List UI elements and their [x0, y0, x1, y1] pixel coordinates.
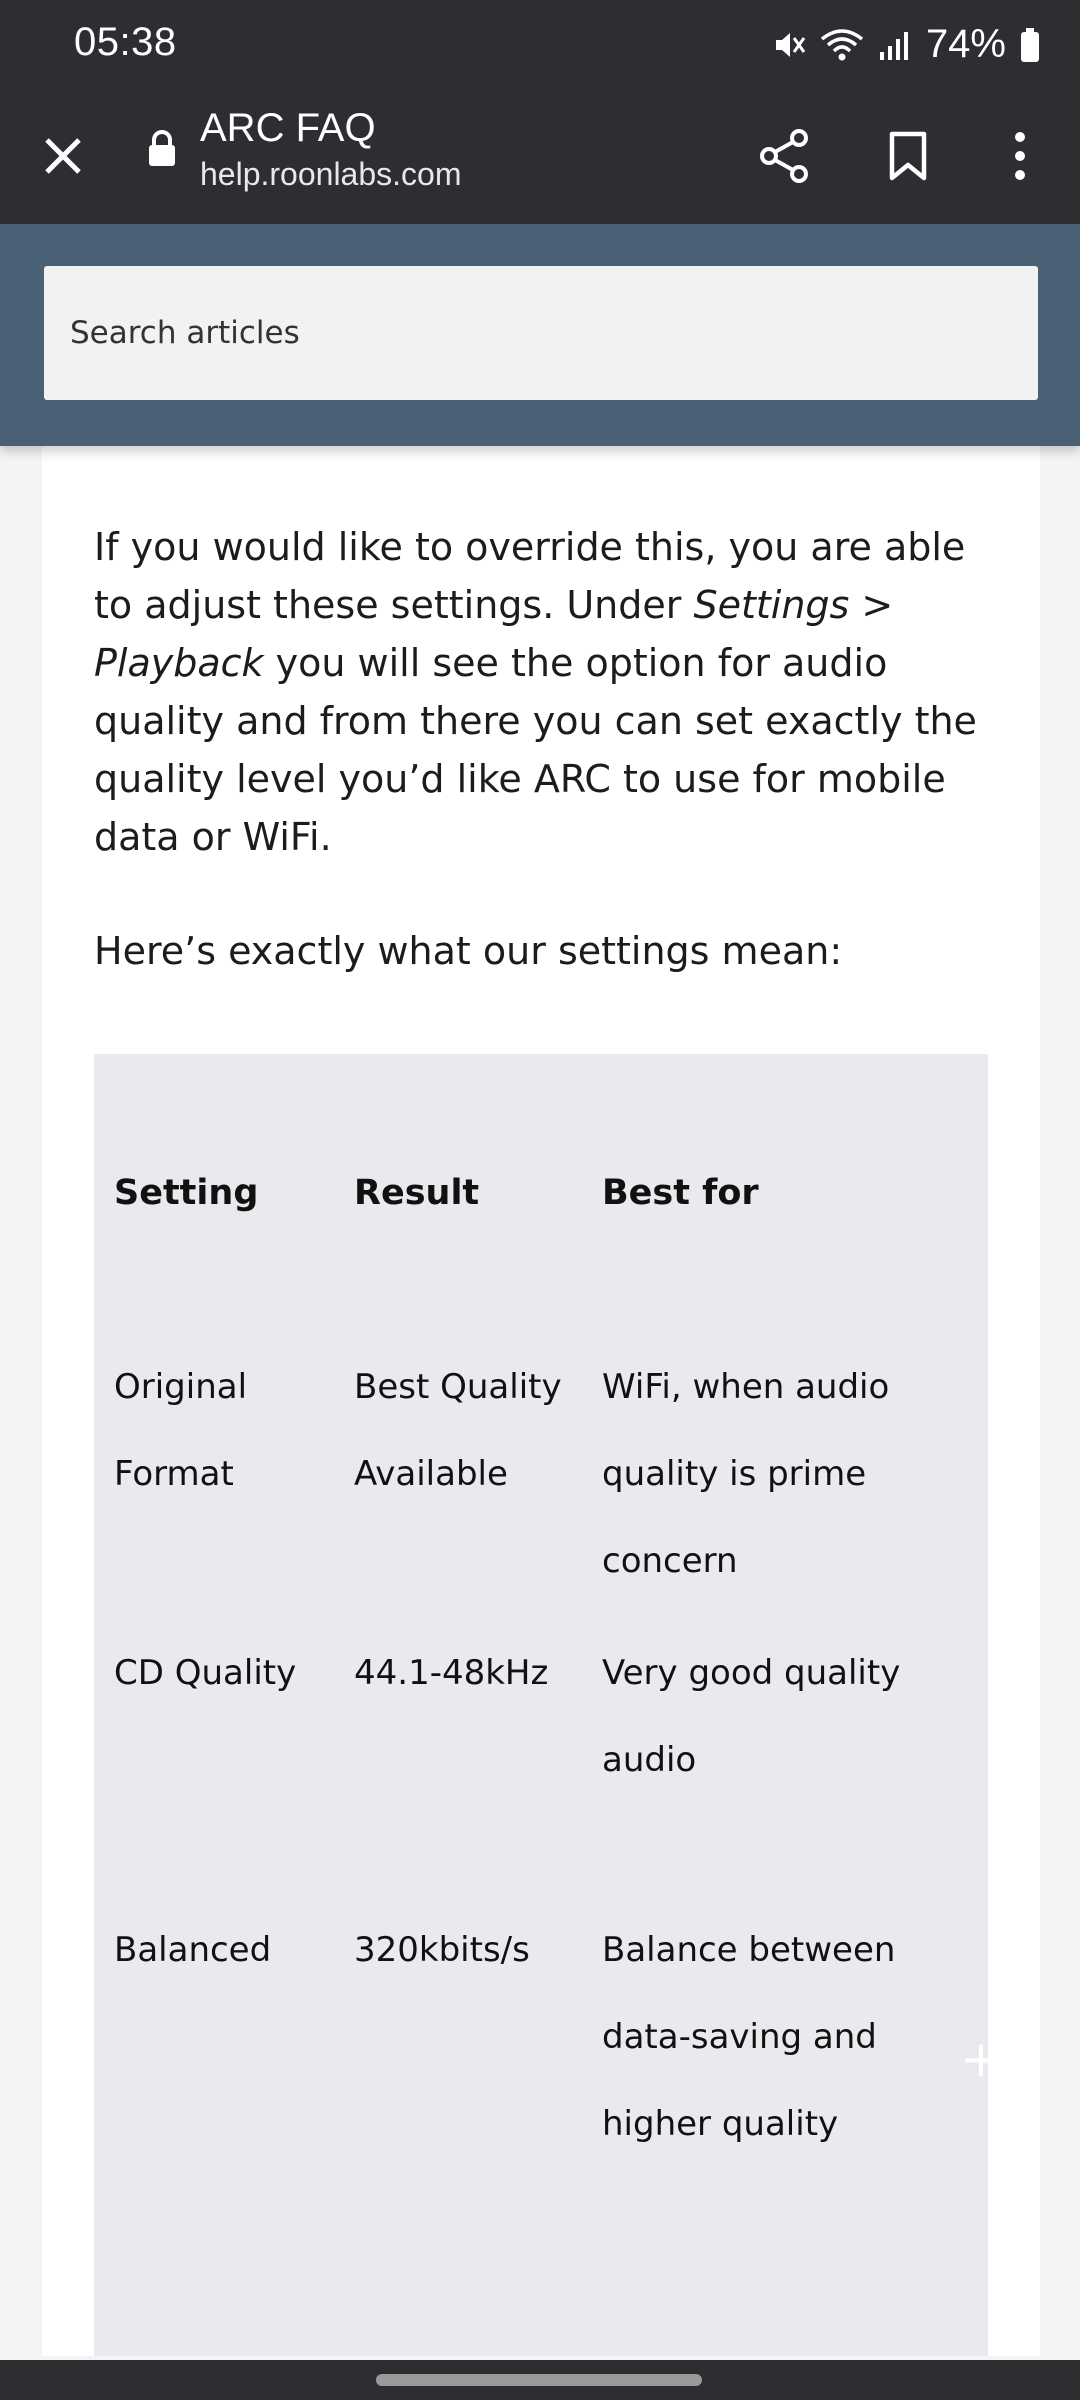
- mute-icon: [772, 28, 806, 62]
- bookmark-icon: [888, 131, 928, 186]
- plus-icon: +: [960, 2030, 1002, 2088]
- table-cell: Best Quality Available: [354, 1367, 562, 1494]
- battery-icon: [1020, 27, 1040, 63]
- more-vert-icon: [1014, 131, 1026, 186]
- share-button[interactable]: [748, 116, 820, 200]
- table-header-result: Result: [354, 1173, 480, 1213]
- lock-icon[interactable]: [146, 128, 178, 173]
- signal-icon: [878, 28, 912, 62]
- article-body: If you would like to override this, you …: [42, 446, 1040, 2356]
- page-title[interactable]: ARC FAQ: [200, 106, 376, 151]
- browser-toolbar: ARC FAQ help.roonlabs.com: [0, 92, 1080, 224]
- table-cell: Very good quality audio: [602, 1653, 901, 1780]
- close-icon: [43, 136, 83, 181]
- more-options-button[interactable]: [990, 116, 1050, 200]
- table-cell: Balanced: [114, 1930, 272, 1970]
- settings-table: Setting Result Best for Original Format …: [94, 1054, 988, 2356]
- table-cell: Original Format: [114, 1367, 248, 1494]
- wifi-icon: [820, 27, 864, 63]
- table-cell: Balance between data-saving and higher q…: [602, 1930, 896, 2144]
- home-handle[interactable]: [376, 2374, 702, 2386]
- page-url[interactable]: help.roonlabs.com: [200, 156, 461, 193]
- close-button[interactable]: [30, 116, 96, 200]
- status-time: 05:38: [74, 20, 177, 64]
- search-header: Search articles: [0, 224, 1080, 446]
- battery-percent: 74%: [925, 22, 1006, 66]
- search-input[interactable]: Search articles: [44, 266, 1038, 400]
- search-placeholder: Search articles: [70, 315, 300, 351]
- table-header-setting: Setting: [114, 1173, 259, 1213]
- table-cell: CD Quality: [114, 1653, 297, 1693]
- table-cell: WiFi, when audio quality is prime concer…: [602, 1367, 890, 1581]
- table-header-best-for: Best for: [602, 1173, 759, 1213]
- table-cell: 320kbits/s: [354, 1930, 530, 1970]
- share-icon: [759, 128, 809, 188]
- bookmark-button[interactable]: [872, 116, 944, 200]
- article-paragraph: If you would like to override this, you …: [94, 518, 994, 866]
- status-icons: 74%: [772, 22, 1040, 67]
- navigation-bar: [0, 2360, 1080, 2400]
- status-bar: 05:38 74%: [0, 0, 1080, 92]
- article-paragraph: Here’s exactly what our settings mean:: [94, 929, 843, 973]
- table-cell: 44.1-48kHz: [354, 1653, 549, 1693]
